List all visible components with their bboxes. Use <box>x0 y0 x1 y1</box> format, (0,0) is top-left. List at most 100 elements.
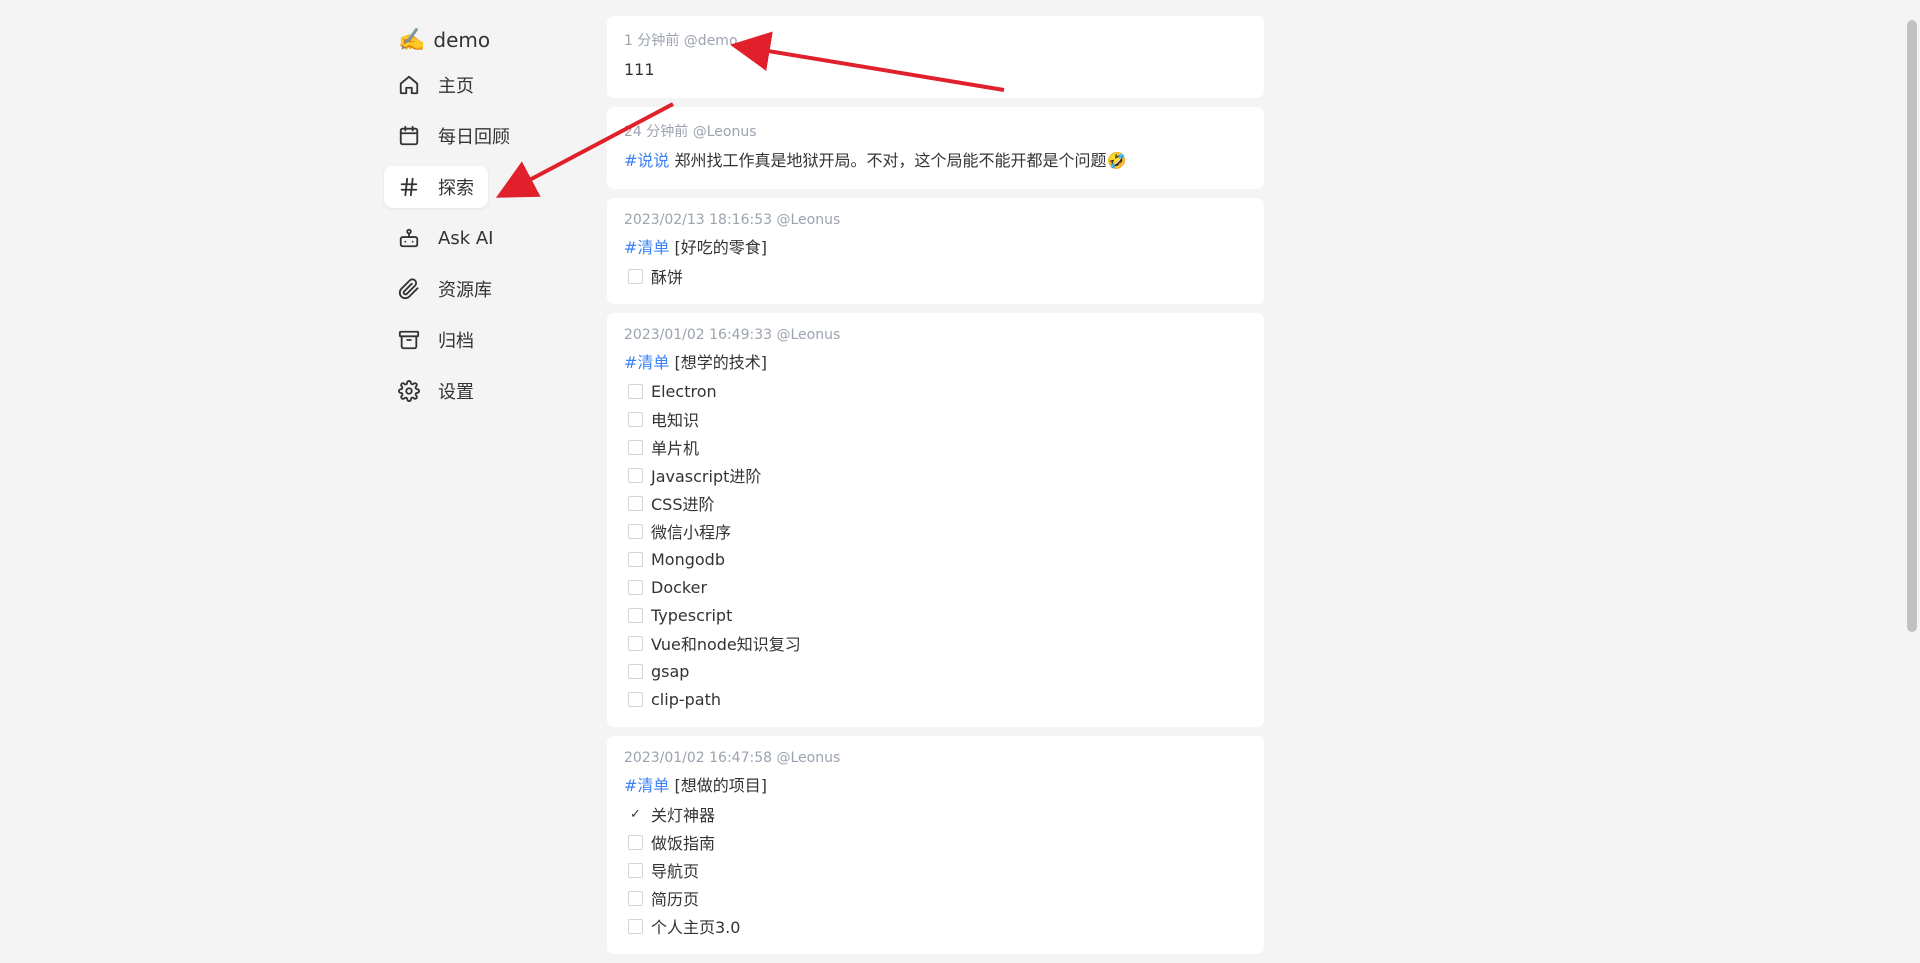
task-label: 做饭指南 <box>651 834 716 853</box>
sidebar-item-home[interactable]: 主页 <box>384 64 488 106</box>
checkmark-icon[interactable]: ✓ <box>628 807 643 822</box>
memo-card[interactable]: 2023/01/02 16:49:33 @Leonus #清单 [想学的技术] … <box>607 313 1264 727</box>
calendar-icon <box>398 125 420 147</box>
task-item: Mongodb <box>624 545 1247 573</box>
sidebar-item-label: 资源库 <box>438 280 492 301</box>
task-label: 导航页 <box>651 862 700 881</box>
task-label: gsap <box>651 661 690 681</box>
checkbox[interactable] <box>628 862 643 878</box>
writing-hand-icon: ✍️ <box>398 27 426 53</box>
task-label: 简历页 <box>651 890 700 909</box>
memo-meta: 24 分钟前 @Leonus <box>624 124 757 140</box>
memo-meta: 2023/01/02 16:47:58 @Leonus <box>624 750 841 766</box>
checkbox[interactable] <box>628 383 643 399</box>
memo-content: #说说 郑州找工作真是地狱开局。不对，这个局能不能开都是个问题🤣 <box>624 147 1247 175</box>
memo-meta: 2023/01/02 16:49:33 @Leonus <box>624 327 841 343</box>
checkbox[interactable] <box>628 834 643 850</box>
task-item: 酥饼 <box>624 262 1247 290</box>
sidebar-item-label: 归档 <box>438 331 474 352</box>
checkbox[interactable] <box>628 691 643 707</box>
task-label: 电知识 <box>651 411 700 430</box>
checkbox[interactable] <box>628 268 643 284</box>
task-item: 个人主页3.0 <box>624 912 1247 940</box>
task-label: 关灯神器 <box>651 806 716 825</box>
task-label: 个人主页3.0 <box>651 918 741 937</box>
memo-card[interactable]: 1 分钟前 @demo 111 <box>607 16 1264 98</box>
gear-icon <box>398 380 420 402</box>
task-item: clip-path <box>624 685 1247 713</box>
memo-tag[interactable]: #清单 <box>624 353 669 372</box>
checkbox[interactable] <box>628 467 643 483</box>
sidebar-item-archive[interactable]: 归档 <box>384 319 488 361</box>
memo-meta: 2023/02/13 18:16:53 @Leonus <box>624 212 841 228</box>
brand-name: demo <box>433 28 491 52</box>
task-item: gsap <box>624 657 1247 685</box>
checkbox[interactable] <box>628 607 643 623</box>
memo-tag[interactable]: #清单 <box>624 238 669 257</box>
memo-card[interactable]: 2023/01/02 16:47:58 @Leonus #清单 [想做的项目] … <box>607 736 1264 954</box>
sidebar-item-ask-ai[interactable]: Ask AI <box>384 217 507 259</box>
sidebar: ✍️ demo 主页 每日回顾 探索 Ask AI 资源库 归档 设置 <box>384 16 604 421</box>
sidebar-item-label: 主页 <box>438 76 474 97</box>
task-item: Electron <box>624 377 1247 405</box>
checkbox[interactable] <box>628 635 643 651</box>
checkbox[interactable] <box>628 551 643 567</box>
memo-text: 郑州找工作真是地狱开局。不对，这个局能不能开都是个问题🤣 <box>669 151 1127 170</box>
memo-tag[interactable]: #说说 <box>624 151 669 170</box>
task-item: Docker <box>624 573 1247 601</box>
memo-content: #清单 [好吃的零食] <box>624 234 1247 262</box>
task-label: Typescript <box>651 605 733 625</box>
task-item: 导航页 <box>624 856 1247 884</box>
memo-text: [想学的技术] <box>669 353 768 372</box>
task-item: CSS进阶 <box>624 489 1247 517</box>
sidebar-item-explore[interactable]: 探索 <box>384 166 488 208</box>
sidebar-item-daily-review[interactable]: 每日回顾 <box>384 115 524 157</box>
hash-icon <box>398 176 420 198</box>
task-item: Javascript进阶 <box>624 461 1247 489</box>
sidebar-item-label: 每日回顾 <box>438 127 510 148</box>
task-label: clip-path <box>651 689 721 709</box>
memo-card[interactable]: 24 分钟前 @Leonus #说说 郑州找工作真是地狱开局。不对，这个局能不能… <box>607 107 1264 189</box>
task-label: Docker <box>651 577 708 597</box>
checkbox[interactable] <box>628 523 643 539</box>
task-item: ✓ 关灯神器 <box>624 800 1247 828</box>
checkbox[interactable] <box>628 663 643 679</box>
memo-card[interactable]: 2023/02/13 18:16:53 @Leonus #清单 [好吃的零食] … <box>607 198 1264 304</box>
home-icon <box>398 74 420 96</box>
task-label: CSS进阶 <box>651 495 715 514</box>
checkbox[interactable] <box>628 579 643 595</box>
memo-meta: 1 分钟前 @demo <box>624 33 738 49</box>
checkbox[interactable] <box>628 918 643 934</box>
task-item: Typescript <box>624 601 1247 629</box>
brand[interactable]: ✍️ demo <box>384 16 604 64</box>
scrollbar-thumb[interactable] <box>1907 20 1917 632</box>
memo-feed: 1 分钟前 @demo 111 24 分钟前 @Leonus #说说 郑州找工作… <box>607 16 1264 963</box>
task-item: 做饭指南 <box>624 828 1247 856</box>
paperclip-icon <box>398 278 420 300</box>
memo-text: [想做的项目] <box>669 776 768 795</box>
checkbox[interactable] <box>628 890 643 906</box>
task-label: 单片机 <box>651 439 700 458</box>
sidebar-item-settings[interactable]: 设置 <box>384 370 488 412</box>
task-item: Vue和node知识复习 <box>624 629 1247 657</box>
task-label: Vue和node知识复习 <box>651 635 801 654</box>
memo-content: 111 <box>624 60 655 79</box>
scrollbar[interactable] <box>1904 0 1920 937</box>
task-item: 单片机 <box>624 433 1247 461</box>
memo-content: #清单 [想做的项目] <box>624 772 1247 800</box>
sidebar-item-label: 设置 <box>438 382 474 403</box>
task-label: Mongodb <box>651 549 725 569</box>
task-label: Javascript进阶 <box>651 467 762 486</box>
task-label: 酥饼 <box>651 268 684 287</box>
checkbox[interactable] <box>628 495 643 511</box>
sidebar-item-label: 探索 <box>438 178 474 199</box>
checkbox[interactable] <box>628 439 643 455</box>
memo-text: [好吃的零食] <box>669 238 768 257</box>
sidebar-item-resources[interactable]: 资源库 <box>384 268 506 310</box>
task-label: Electron <box>651 381 717 401</box>
task-item: 微信小程序 <box>624 517 1247 545</box>
task-item: 简历页 <box>624 884 1247 912</box>
checkbox[interactable] <box>628 411 643 427</box>
memo-tag[interactable]: #清单 <box>624 776 669 795</box>
memo-content: #清单 [想学的技术] <box>624 349 1247 377</box>
